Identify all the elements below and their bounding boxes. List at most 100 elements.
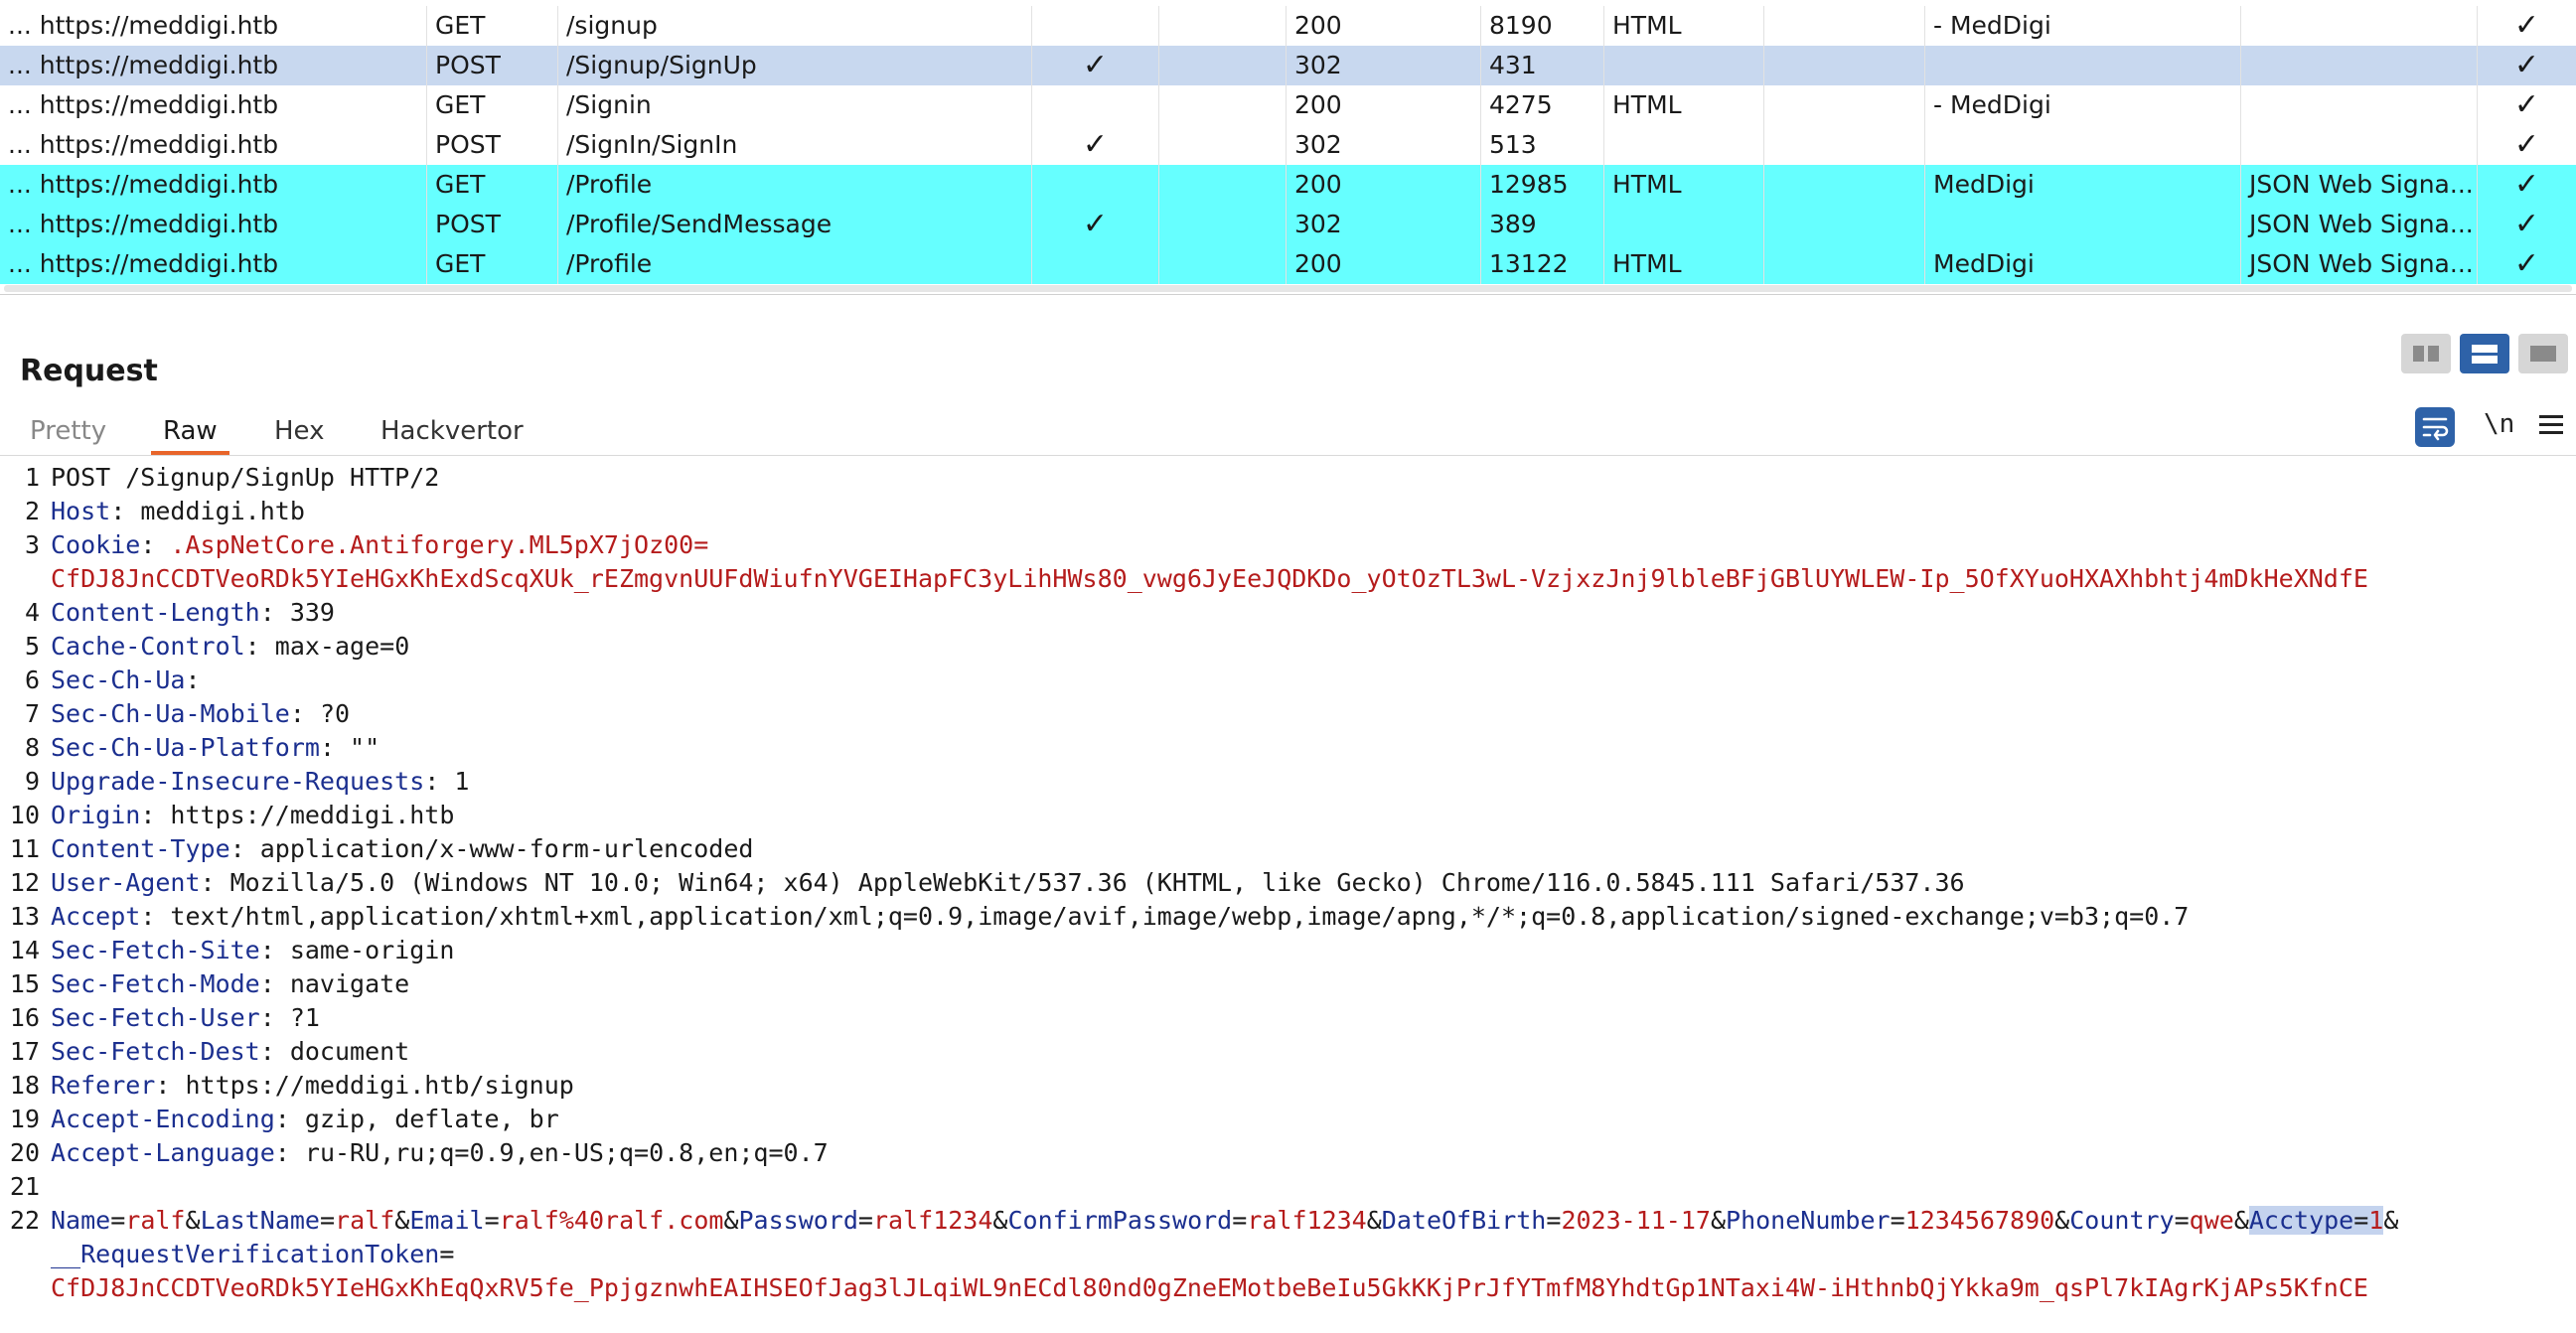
cell-comment: JSON Web Signa... [2241, 244, 2478, 284]
cell-title: - MedDigi [1925, 6, 2241, 46]
cell-params: ✓ [1032, 125, 1159, 165]
table-row[interactable]: ... https://meddigi.htb POST/SignIn/SignI… [0, 125, 2576, 165]
separator: = [319, 1206, 336, 1235]
separator: : [259, 598, 290, 627]
body-param-key: __RequestVerificationToken [51, 1240, 440, 1268]
separator: & [1710, 1206, 1727, 1235]
line-number: 5 [24, 632, 40, 661]
editor-line: __RequestVerificationToken= [51, 1240, 454, 1268]
separator: = [857, 1206, 873, 1235]
cell-tls: ✓ [2513, 207, 2540, 241]
cell-comment [2241, 125, 2478, 165]
table-row[interactable]: ... https://meddigi.htb POST/Signup/SignU… [0, 46, 2576, 85]
cell-url: /Profile [558, 244, 1032, 284]
body-param-key: DateOfBirth [1381, 1206, 1547, 1235]
cell-title [1925, 205, 2241, 244]
cell-edited [1159, 85, 1287, 125]
side-by-side-icon[interactable] [2401, 334, 2451, 373]
cell-extension [1764, 125, 1925, 165]
line-number: 20 [9, 1138, 40, 1167]
tab-raw[interactable]: Raw [151, 409, 229, 455]
cell-method: GET [427, 85, 558, 125]
tab-hackvertor[interactable]: Hackvertor [369, 409, 535, 455]
line-number: 18 [9, 1071, 40, 1100]
editor-line: Content-Length: 339 [51, 598, 335, 627]
header-value: https://meddigi.htb/signup [185, 1071, 574, 1100]
separator: & [185, 1206, 201, 1235]
header-value: https://meddigi.htb [170, 801, 455, 829]
table-row[interactable]: ... https://meddigi.htb GET/Signin 200 4275… [0, 85, 2576, 125]
cell-mime [1604, 46, 1764, 85]
header-name: Sec-Fetch-Dest [51, 1037, 260, 1066]
editor-line: Name=ralf&LastName=ralf&Email=ralf%40ral… [51, 1206, 2398, 1235]
cell-status: 302 [1287, 125, 1481, 165]
body-param-key: Acctype [2248, 1206, 2354, 1235]
editor-line: Sec-Fetch-Dest: document [51, 1037, 409, 1066]
stacked-icon[interactable] [2460, 334, 2509, 373]
separator: : [259, 1003, 290, 1032]
tab-hex[interactable]: Hex [262, 409, 336, 455]
header-value: max-age=0 [274, 632, 410, 661]
separator: & [1366, 1206, 1382, 1235]
cell-params: ✓ [1032, 205, 1159, 244]
body-param-key: Name [51, 1206, 111, 1235]
cell-params [1032, 6, 1159, 46]
cell-edited [1159, 205, 1287, 244]
header-value: 339 [289, 598, 335, 627]
line-number: 12 [9, 868, 40, 897]
body-param-key: Email [409, 1206, 485, 1235]
header-value: "" [350, 733, 380, 762]
cell-host: ... https://meddigi.htb [0, 244, 427, 284]
body-param-value: qwe [2189, 1206, 2234, 1235]
editor-line: Origin: https://meddigi.htb [51, 801, 454, 829]
cell-method: GET [427, 244, 558, 284]
cell-edited [1159, 165, 1287, 205]
table-row[interactable]: ... https://meddigi.htb GET/Profile 200 129… [0, 165, 2576, 205]
cell-host: ... https://meddigi.htb [0, 165, 427, 205]
separator: : [274, 1105, 305, 1133]
cell-comment: JSON Web Signa... [2241, 205, 2478, 244]
cell-extension [1764, 205, 1925, 244]
cell-extension [1764, 46, 1925, 85]
cell-host: ... https://meddigi.htb [0, 205, 427, 244]
show-newlines-button[interactable]: \n [2484, 409, 2514, 439]
line-number: 15 [9, 969, 40, 998]
table-row[interactable]: ... https://meddigi.htb GET/Profile 200 131… [0, 244, 2576, 284]
http-history-table[interactable]: ... https://meddigi.htb GET/signup 200 8190… [0, 0, 2576, 295]
cell-method: GET [427, 6, 558, 46]
separator: : [229, 834, 260, 863]
editor-line: Sec-Ch-Ua-Platform: "" [51, 733, 379, 762]
body-param-key: Country [2069, 1206, 2175, 1235]
line-number: 22 [9, 1206, 40, 1235]
header-value: application/x-www-form-urlencoded [259, 834, 754, 863]
header-value: text/html,application/xhtml+xml,applicat… [170, 902, 2190, 931]
single-icon[interactable] [2518, 334, 2568, 373]
header-value: document [289, 1037, 410, 1066]
cell-host: ... https://meddigi.htb [0, 125, 427, 165]
table-row[interactable]: ... https://meddigi.htb POST/Profile/Send… [0, 205, 2576, 244]
header-name: Origin [51, 801, 141, 829]
cell-tls: ✓ [2513, 127, 2540, 162]
header-value: meddigi.htb [140, 497, 305, 525]
cell-title: - MedDigi [1925, 85, 2241, 125]
body-param-key: ConfirmPassword [1007, 1206, 1233, 1235]
cell-host: ... https://meddigi.htb [0, 46, 427, 85]
body-param-key: Password [738, 1206, 858, 1235]
wrap-lines-icon[interactable] [2415, 407, 2455, 447]
separator: = [110, 1206, 126, 1235]
tab-pretty[interactable]: Pretty [18, 409, 118, 455]
cell-length: 4275 [1481, 85, 1604, 125]
cell-status: 302 [1287, 205, 1481, 244]
cell-title: MedDigi [1925, 165, 2241, 205]
header-name: Referer [51, 1071, 156, 1100]
cell-length: 513 [1481, 125, 1604, 165]
horizontal-scrollbar[interactable] [4, 285, 2572, 292]
cell-comment [2241, 46, 2478, 85]
editor-line: POST /Signup/SignUp HTTP/2 [51, 463, 439, 492]
line-number: 13 [9, 902, 40, 931]
body-param-value: ralf1234 [872, 1206, 993, 1235]
editor-line: Accept-Encoding: gzip, deflate, br [51, 1105, 559, 1133]
hamburger-icon[interactable] [2539, 413, 2563, 437]
cell-url: /Profile [558, 165, 1032, 205]
table-row[interactable]: ... https://meddigi.htb GET/signup 200 8190… [0, 6, 2576, 46]
